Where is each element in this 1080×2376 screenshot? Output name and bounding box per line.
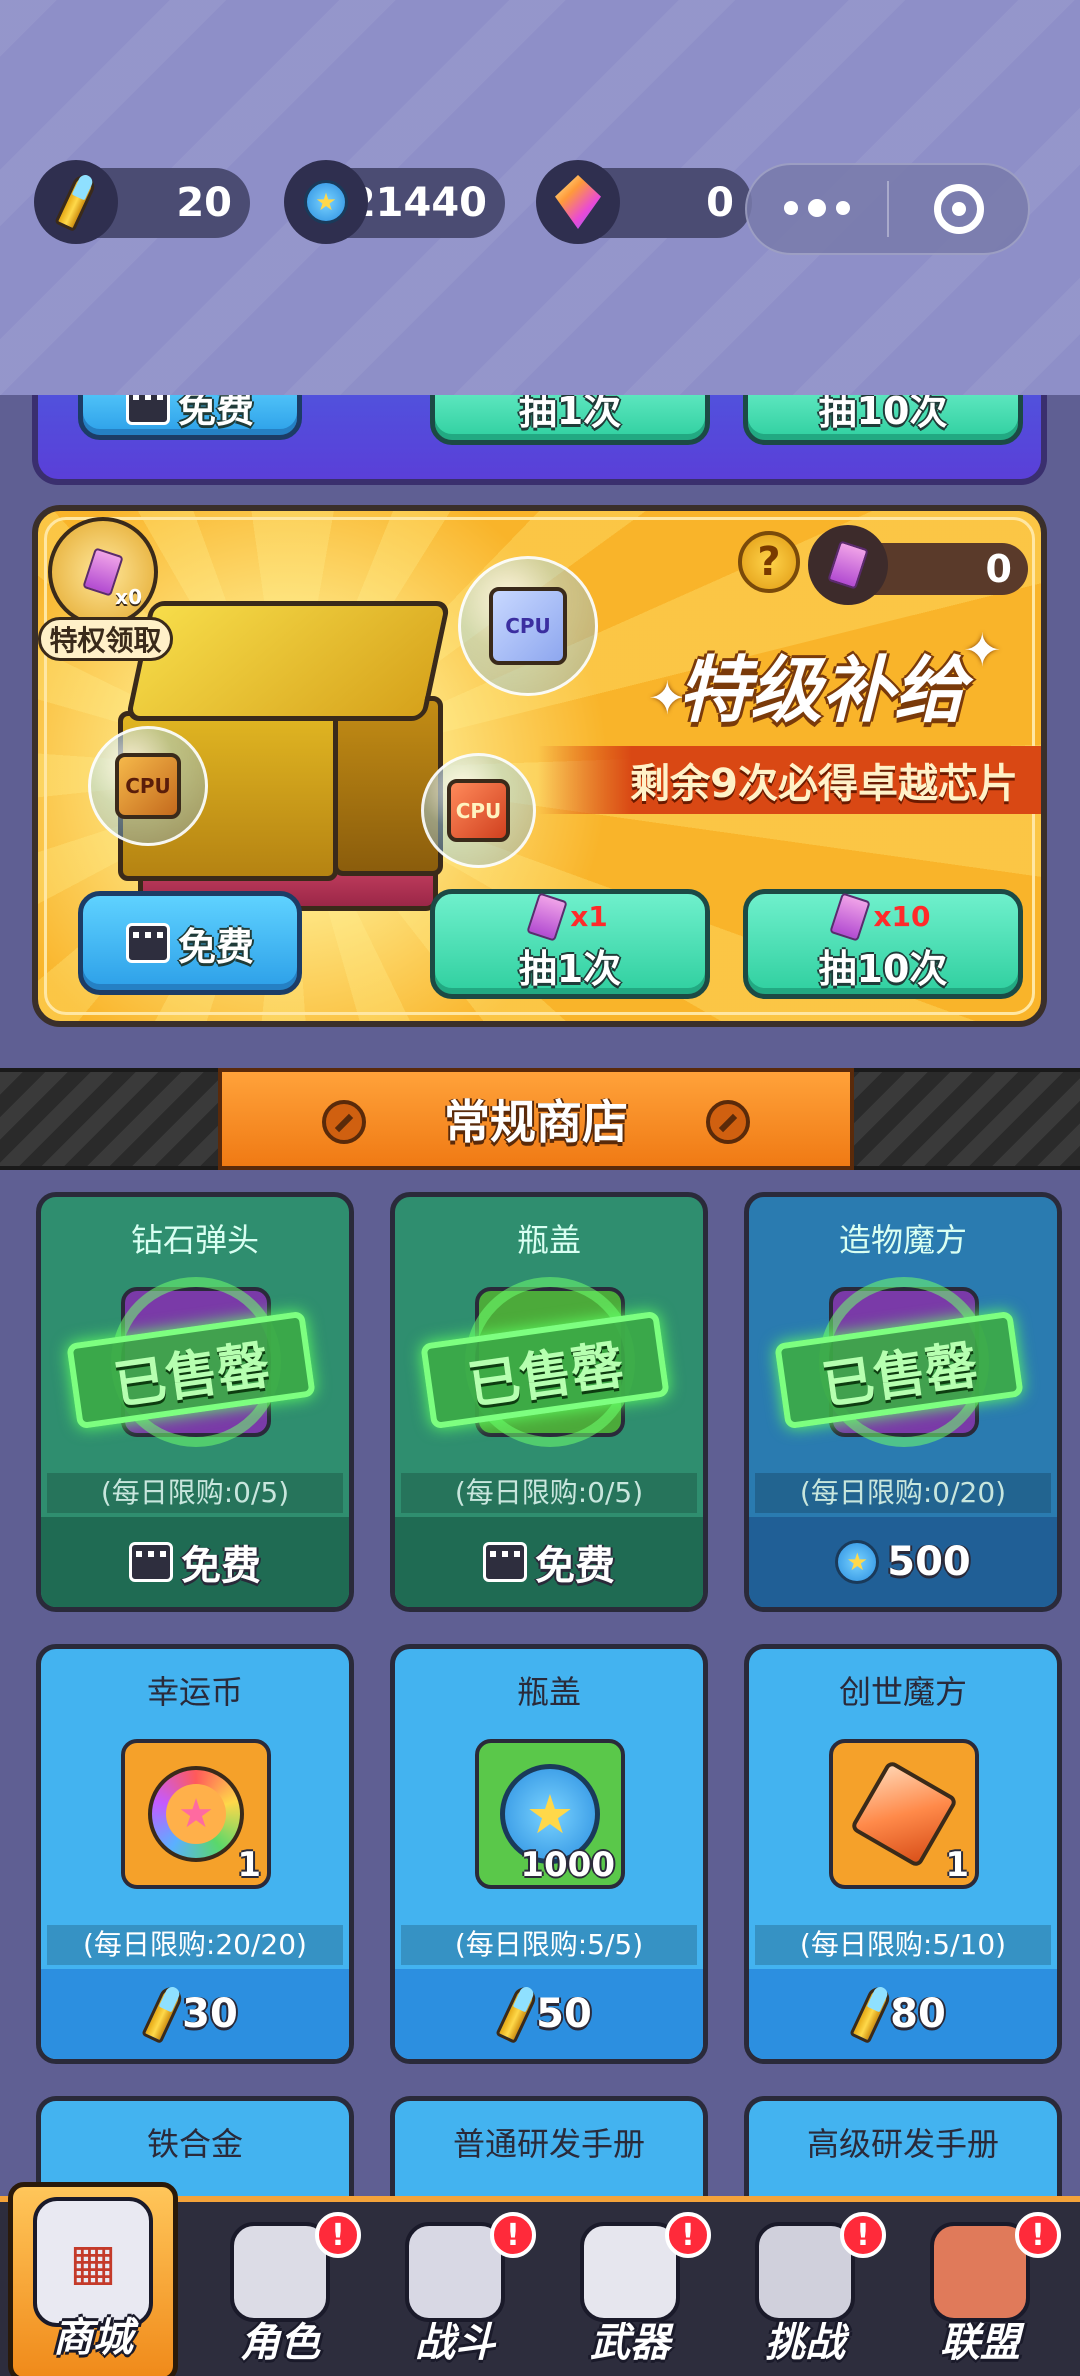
bullet-currency: 20 (34, 160, 250, 244)
bullet-icon (849, 1983, 893, 2045)
nav-shop[interactable]: ▦ 商城 (8, 2182, 178, 2376)
clapper-icon (483, 1542, 527, 1582)
price-button[interactable]: 免费 (41, 1517, 349, 1607)
nav-alliance[interactable]: 联盟 ! (895, 2212, 1065, 2376)
section-title: 常规商店 (444, 1095, 628, 1149)
sold-out-stamp: 已售罄 (774, 1310, 1024, 1430)
privilege-count: x0 (115, 585, 142, 609)
shop-card-advanced-manual[interactable]: 高级研发手册 (744, 2096, 1062, 2206)
sold-out-stamp: 已售罄 (420, 1310, 670, 1430)
chip-bubble-blue: CPU (458, 556, 598, 696)
bullet-icon (34, 160, 118, 244)
ticket-icon (808, 525, 888, 605)
daily-limit: (每日限购:0/20) (755, 1473, 1051, 1513)
shop-card-genesis-cube[interactable]: 创世魔方 1 (每日限购:5/10) 80 (744, 1644, 1062, 2064)
bottlecap-icon: ★ (284, 160, 368, 244)
cpu-chip-icon: CPU (446, 778, 511, 843)
crystal-icon (536, 160, 620, 244)
price-button[interactable]: 免费 (395, 1517, 703, 1607)
close-miniprogram-button[interactable] (889, 184, 1028, 234)
bullet-icon (495, 1983, 539, 2045)
privilege-ticket-button[interactable]: x0 (48, 517, 158, 627)
daily-limit: (每日限购:0/5) (47, 1473, 343, 1513)
bottlecap-currency: ★ 21440 (284, 160, 505, 244)
draw-1-button[interactable]: x1 抽1次 (430, 889, 710, 999)
crystal-count: 0 (706, 180, 734, 226)
chip-bubble-red: CPU (421, 753, 536, 868)
top-bar: 20 ★ 21440 0 (0, 0, 1080, 395)
privilege-claim-label[interactable]: 特权领取 (38, 617, 173, 661)
alert-badge: ! (490, 2212, 536, 2258)
genesis-cube-icon: 1 (829, 1739, 979, 1889)
daily-limit: (每日限购:5/10) (755, 1925, 1051, 1965)
sold-out-stamp: 已售罄 (66, 1310, 316, 1430)
nav-character[interactable]: 角色 ! (195, 2212, 365, 2376)
shop-card-normal-manual[interactable]: 普通研发手册 (390, 2096, 708, 2206)
item-quantity: 1 (237, 1845, 261, 1885)
more-options-button[interactable] (747, 199, 887, 217)
price-button[interactable]: 50 (395, 1969, 703, 2059)
price-button[interactable]: 30 (41, 1969, 349, 2059)
alert-badge: ! (840, 2212, 886, 2258)
nav-challenge[interactable]: 挑战 ! (720, 2212, 890, 2376)
target-icon (933, 184, 984, 234)
item-quantity: 1000 (520, 1845, 615, 1885)
sparkle-icon: ✦ (963, 623, 1002, 677)
special-supply-panel: CPU CPU CPU x0 特权领取 ? 0 ✦ ✦ 特级补给 剩余9次必得卓… (32, 505, 1047, 1027)
lucky-coin-icon: ★ 1 (121, 1739, 271, 1889)
shop-card-lucky-coin[interactable]: 幸运币 ★ 1 (每日限购:20/20) 30 (36, 1644, 354, 2064)
bullet-count: 20 (176, 180, 232, 226)
chip-bubble-orange: CPU (88, 726, 208, 846)
help-button[interactable]: ? (738, 531, 800, 593)
nav-battle[interactable]: 战斗 ! (370, 2212, 540, 2376)
cpu-chip-icon: CPU (114, 752, 182, 820)
alert-badge: ! (1015, 2212, 1061, 2258)
supply-subtitle: 剩余9次必得卓越芯片 (538, 746, 1041, 814)
supply-title: 特级补给 (678, 648, 967, 732)
shop-card-diamond-bullet[interactable]: 钻石弹头 已售罄 (每日限购:0/5) 免费 (36, 1192, 354, 1612)
shop-card-bottlecap[interactable]: 瓶盖 ★ 1000 (每日限购:5/5) 50 (390, 1644, 708, 2064)
bullet-icon (141, 1983, 185, 2045)
clapper-icon (129, 1542, 173, 1582)
nav-weapon[interactable]: 武器 ! (545, 2212, 715, 2376)
shop-card-creation-cube[interactable]: 造物魔方 已售罄 (每日限购:0/20) ★ 500 (744, 1192, 1062, 1612)
daily-limit: (每日限购:20/20) (47, 1925, 343, 1965)
draw-10-button[interactable]: x10 抽10次 (743, 889, 1023, 999)
daily-limit: (每日限购:5/5) (401, 1925, 697, 1965)
ticket-icon (526, 891, 568, 942)
bottom-nav: ▦ 商城 角色 ! 战斗 ! 武器 ! 挑战 ! 联盟 ! (0, 2182, 1080, 2376)
bolt-icon (322, 1100, 366, 1144)
shop-card-bottlecap-free[interactable]: 瓶盖 已售罄 (每日限购:0/5) 免费 (390, 1192, 708, 1612)
regular-shop-header: 常规商店 (218, 1068, 854, 1170)
alert-badge: ! (315, 2212, 361, 2258)
bottlecap-count: 21440 (347, 180, 487, 226)
miniprogram-capsule (745, 163, 1030, 255)
free-draw-button[interactable]: 免费 (78, 891, 302, 995)
bottlecap-icon: ★ (835, 1540, 880, 1584)
clapper-icon (125, 923, 170, 963)
alert-badge: ! (665, 2212, 711, 2258)
ticket-icon (829, 891, 872, 942)
daily-limit: (每日限购:0/5) (401, 1473, 697, 1513)
cpu-chip-icon: CPU (489, 587, 567, 665)
crystal-currency: 0 (536, 160, 752, 244)
price-button[interactable]: 80 (749, 1969, 1057, 2059)
price-button[interactable]: ★ 500 (749, 1517, 1057, 1607)
item-quantity: 1 (945, 1845, 969, 1885)
bolt-icon (706, 1100, 750, 1144)
bottlecap-icon: ★ 1000 (475, 1739, 625, 1889)
